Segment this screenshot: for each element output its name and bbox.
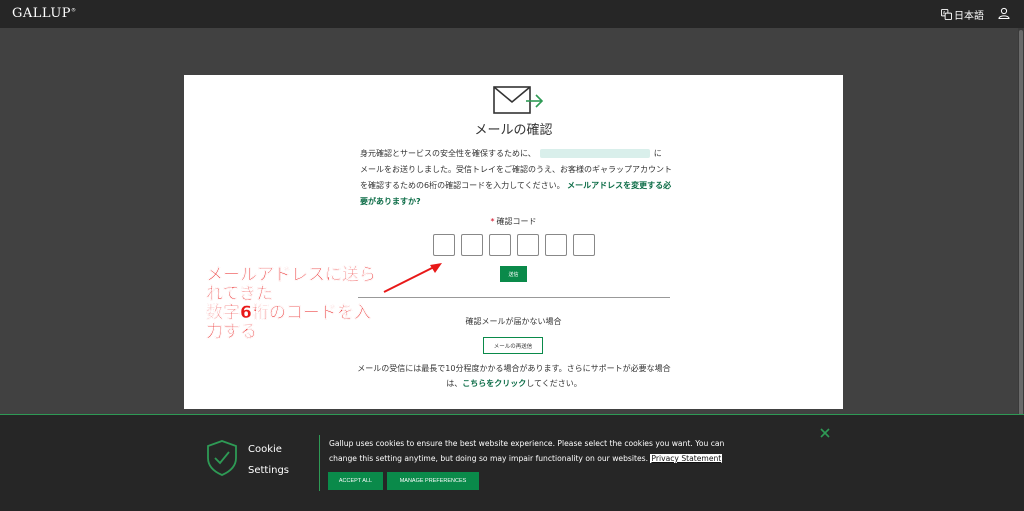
- code-digit-3[interactable]: [489, 234, 511, 256]
- code-input-group: [433, 234, 595, 256]
- divider: [358, 297, 670, 298]
- privacy-statement-link[interactable]: Privacy Statement: [650, 454, 723, 463]
- code-digit-6[interactable]: [573, 234, 595, 256]
- code-digit-1[interactable]: [433, 234, 455, 256]
- manage-preferences-button[interactable]: MANAGE PREFERENCES: [387, 472, 479, 490]
- verification-card: メールの確認 身元確認とサービスの安全性を確保するために、に メールをお送りしま…: [184, 75, 843, 409]
- code-label: * 確認コード: [490, 217, 537, 226]
- delivery-note: メールの受信には最長で10分程度かかる場合があります。さらにサポートが必要な場合…: [357, 364, 671, 388]
- shield-check-icon: [207, 440, 237, 476]
- cookie-settings-title: Cookie Settings: [248, 444, 290, 476]
- cookie-banner: Cookie Settings Gallup uses cookies to e…: [0, 414, 1024, 511]
- submit-button[interactable]: 送信: [500, 266, 527, 282]
- gallup-logo[interactable]: GALLUP®: [12, 6, 77, 21]
- user-icon[interactable]: [998, 7, 1010, 19]
- annotation-text: メールアドレスに送ら れてきた 数字6桁のコードを入 力する: [206, 265, 376, 342]
- support-link[interactable]: こちらをクリック: [462, 379, 526, 388]
- cookie-divider: [319, 435, 320, 491]
- close-icon[interactable]: [819, 427, 831, 439]
- verification-description: 身元確認とサービスの安全性を確保するために、に メールをお送りしました。受信トレ…: [360, 149, 672, 206]
- mail-forward-icon: [493, 86, 544, 114]
- top-bar: GALLUP® A 日本語: [0, 0, 1024, 28]
- resend-email-button[interactable]: メールの再送信: [483, 337, 543, 354]
- accept-all-button[interactable]: ACCEPT ALL: [328, 472, 383, 490]
- code-digit-2[interactable]: [461, 234, 483, 256]
- cookie-description: Gallup uses cookies to ensure the best w…: [329, 439, 725, 463]
- translate-icon: A: [941, 9, 952, 20]
- code-digit-4[interactable]: [517, 234, 539, 256]
- code-digit-5[interactable]: [545, 234, 567, 256]
- required-marker: *: [490, 217, 495, 226]
- redacted-email: [539, 149, 650, 158]
- language-selector[interactable]: A 日本語: [941, 7, 984, 22]
- annotation-arrow-icon: [383, 263, 442, 293]
- scrollbar-thumb[interactable]: [1019, 30, 1023, 420]
- page-title: メールの確認: [474, 123, 553, 138]
- language-label: 日本語: [954, 11, 984, 22]
